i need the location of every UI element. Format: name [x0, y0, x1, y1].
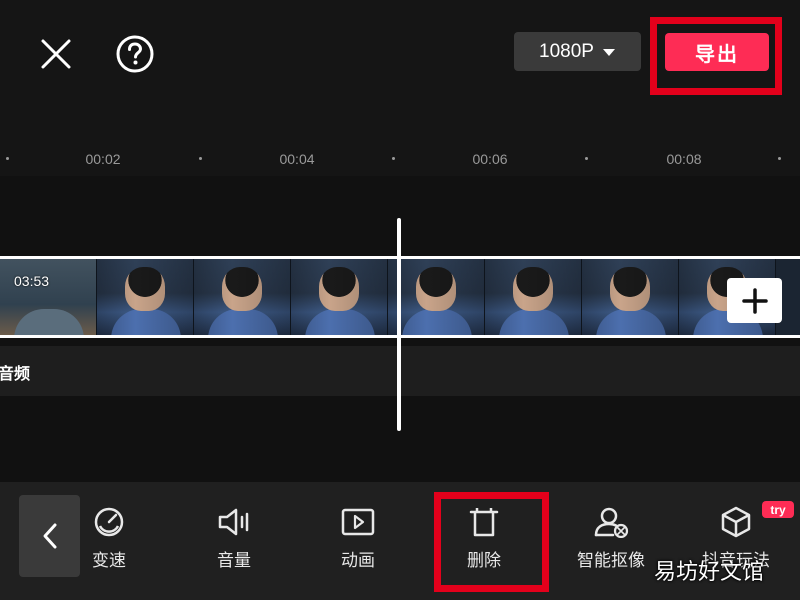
video-thumbnail: [97, 259, 194, 335]
ruler-tick: 00:08: [666, 151, 702, 167]
video-thumbnail: [485, 259, 582, 335]
person-cutout-icon: [594, 507, 629, 538]
video-thumbnail: [582, 259, 679, 335]
add-clip-button[interactable]: [727, 278, 782, 323]
play-square-icon: [341, 508, 375, 536]
ruler-dot: [585, 157, 588, 160]
speed-gauge-icon: [94, 507, 124, 537]
chevron-left-icon: [43, 523, 56, 549]
ruler-dot: [778, 157, 781, 160]
help-button[interactable]: [113, 32, 157, 76]
animation-tool-label: 动画: [341, 551, 375, 570]
timeline-area[interactable]: 03:53 音频: [0, 176, 800, 482]
delete-highlight-box: [434, 492, 549, 592]
plus-icon: [741, 287, 768, 314]
ruler-dot: [199, 157, 202, 160]
close-button[interactable]: [36, 34, 76, 74]
video-thumbnail: [388, 259, 485, 335]
speed-tool[interactable]: 变速: [64, 506, 154, 576]
audio-track-label: 音频: [0, 366, 31, 383]
ruler-tick: 00:04: [279, 151, 315, 167]
resolution-label: 1080P: [539, 40, 594, 62]
video-thumbnail: 03:53: [0, 259, 97, 335]
smart-cutout-tool[interactable]: 智能抠像: [566, 506, 656, 576]
volume-tool-label: 音量: [217, 551, 251, 570]
bottom-toolbar: 变速 音量 动画 删除 智能抠像 抖音玩法 try 易坊好文馆: [0, 482, 800, 600]
caret-down-icon: [602, 48, 615, 56]
resolution-dropdown[interactable]: 1080P: [514, 32, 641, 71]
ruler-dot: [6, 157, 9, 160]
animation-tool[interactable]: 动画: [313, 506, 403, 576]
top-bar: 1080P 导出: [0, 0, 800, 140]
speed-tool-label: 变速: [92, 551, 126, 570]
clip-duration: 03:53: [14, 273, 50, 289]
video-thumbnail: [291, 259, 388, 335]
time-ruler: 00:02 00:04 00:06 00:08: [0, 140, 800, 176]
watermark-text: 易坊好文馆: [654, 559, 765, 584]
smart-cutout-tool-label: 智能抠像: [577, 551, 645, 570]
help-circle-icon: [116, 35, 154, 73]
export-highlight-box: [650, 17, 782, 95]
close-icon: [41, 39, 71, 69]
ruler-tick: 00:06: [472, 151, 508, 167]
ruler-dot: [392, 157, 395, 160]
playhead[interactable]: [397, 218, 401, 431]
volume-icon: [218, 508, 249, 536]
volume-tool[interactable]: 音量: [189, 506, 279, 576]
try-badge: try: [762, 501, 794, 518]
cube-icon: [721, 506, 751, 538]
video-thumbnail: [194, 259, 291, 335]
ruler-tick: 00:02: [85, 151, 121, 167]
